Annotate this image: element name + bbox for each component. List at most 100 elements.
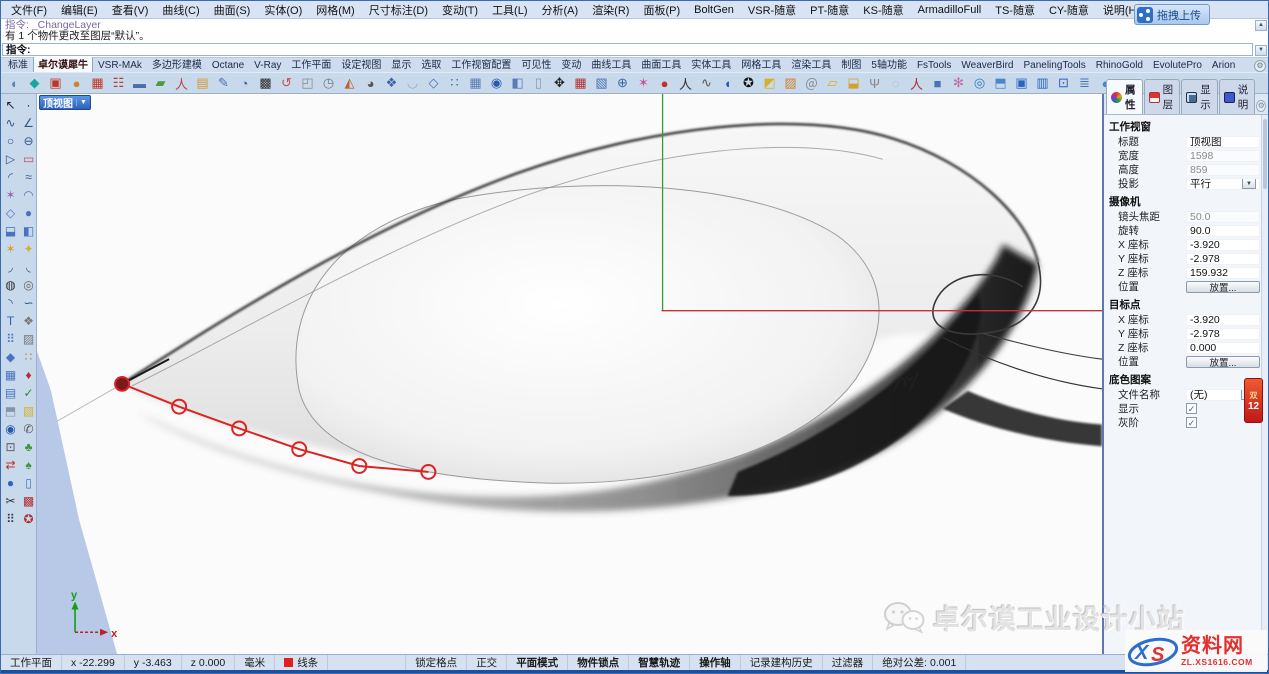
menubar-item[interactable]: 曲面(S): [207, 1, 258, 19]
fillet-icon[interactable]: ◞: [2, 258, 19, 275]
frame-target-icon[interactable]: ◰: [299, 75, 316, 92]
boolean-diff-icon[interactable]: ◎: [20, 276, 37, 293]
doc-icon[interactable]: ▯: [20, 474, 37, 491]
checkbox[interactable]: ✓: [1186, 403, 1197, 414]
nodes-icon[interactable]: ❖: [20, 312, 37, 329]
menubar-item[interactable]: KS-随意: [856, 1, 910, 19]
polygon-icon[interactable]: ▷: [2, 150, 19, 167]
viewport[interactable]: 顶视图 ▼: [37, 94, 1102, 654]
drag-upload-button[interactable]: 拖拽上传: [1134, 4, 1210, 25]
fork-node-icon[interactable]: Ψ: [866, 75, 883, 92]
check-icon[interactable]: ✓: [20, 384, 37, 401]
rectangle-icon[interactable]: ▭: [20, 150, 37, 167]
move-cross-icon[interactable]: ✥: [551, 75, 568, 92]
toolbar-tab[interactable]: Octane: [207, 58, 249, 72]
menubar-item[interactable]: 文件(F): [4, 1, 54, 19]
point-icon[interactable]: ·: [20, 96, 37, 113]
menubar-item[interactable]: 分析(A): [535, 1, 586, 19]
eye-target-icon[interactable]: ◎: [971, 75, 988, 92]
ball-string-icon[interactable]: ◔: [236, 75, 253, 92]
viewport-canvas[interactable]: y x: [37, 94, 1102, 654]
material-box-icon[interactable]: ▣: [47, 75, 64, 92]
place-button[interactable]: 放置...: [1186, 356, 1260, 368]
timer-icon[interactable]: ◕: [362, 75, 379, 92]
curve2-icon[interactable]: ∽: [20, 294, 37, 311]
ghost-icon[interactable]: ◌: [887, 75, 904, 92]
paint-icon[interactable]: ▧: [20, 402, 37, 419]
menubar-item[interactable]: 渲染(R): [585, 1, 636, 19]
menubar-item[interactable]: 面板(P): [636, 1, 687, 19]
dropdown-arrow-icon[interactable]: ▼: [1242, 178, 1256, 189]
hatch-icon[interactable]: ▨: [20, 330, 37, 347]
folder-box-icon[interactable]: ⬓: [845, 75, 862, 92]
node-flower-icon[interactable]: ❖: [383, 75, 400, 92]
toolbar-tab[interactable]: WeaverBird: [956, 58, 1018, 72]
toolbar-tab[interactable]: RhinoGold: [1091, 58, 1148, 72]
ball-icon[interactable]: ●: [2, 474, 19, 491]
leaf-icon[interactable]: ♣: [20, 438, 37, 455]
green-book-icon[interactable]: ▰: [152, 75, 169, 92]
tab-settings-gear-icon[interactable]: ⚙: [1254, 60, 1266, 72]
toolbar-tab[interactable]: V-Ray: [249, 58, 286, 72]
menubar-item[interactable]: 尺寸标注(D): [362, 1, 435, 19]
clock-square-icon[interactable]: ⊡: [1055, 75, 1072, 92]
menubar-item[interactable]: 实体(O): [257, 1, 309, 19]
panel-row-value[interactable]: 159.932: [1186, 267, 1260, 279]
tree-icon[interactable]: ♠: [20, 456, 37, 473]
figure-icon[interactable]: 人: [677, 75, 694, 92]
panel-row-value[interactable]: -2.978: [1186, 328, 1260, 340]
panel-row-value[interactable]: -2.978: [1186, 253, 1260, 265]
surface-icon[interactable]: ◠: [20, 186, 37, 203]
panel-row-value[interactable]: 90.0: [1186, 225, 1260, 237]
control-point-0[interactable]: [115, 377, 129, 391]
hook-tool-icon[interactable]: ◖: [5, 75, 22, 92]
scissors-icon[interactable]: ✂: [2, 492, 19, 509]
chevron-down-icon[interactable]: ▼: [76, 99, 87, 106]
viewport-title-chip[interactable]: 顶视图 ▼: [39, 95, 91, 110]
loop-arrow-icon[interactable]: ↺: [278, 75, 295, 92]
knot-icon[interactable]: ✪: [20, 510, 37, 527]
squares-icon[interactable]: ⠿: [2, 330, 19, 347]
bomb-icon[interactable]: ✪: [740, 75, 757, 92]
walk-icon[interactable]: 人: [908, 75, 925, 92]
place-button[interactable]: 放置...: [1186, 281, 1260, 293]
circle-icon[interactable]: ○: [2, 132, 19, 149]
menubar-item[interactable]: ArmadilloFull: [911, 3, 989, 17]
extrude-icon[interactable]: ◧: [20, 222, 37, 239]
solid-icon[interactable]: ◆: [2, 348, 19, 365]
diamond-icon[interactable]: ◇: [425, 75, 442, 92]
panel-row-value[interactable]: 平行▼: [1186, 178, 1260, 190]
boolean-union-icon[interactable]: ◍: [2, 276, 19, 293]
status-toggle[interactable]: 平面模式: [507, 655, 568, 670]
status-toggle[interactable]: 过滤器: [823, 655, 874, 670]
sheets-icon[interactable]: ≣: [1076, 75, 1093, 92]
grid-icon[interactable]: ▦: [2, 366, 19, 383]
menubar-item[interactable]: TS-随意: [988, 1, 1042, 19]
panel-row-value[interactable]: 0.000: [1186, 342, 1260, 354]
status-segment[interactable]: z 0.000: [182, 655, 235, 670]
panel-icon[interactable]: ▥: [1034, 75, 1051, 92]
menubar-item[interactable]: 查看(V): [105, 1, 156, 19]
scroll-down-icon[interactable]: ▼: [1255, 45, 1267, 56]
tape-icon[interactable]: ⊡: [2, 438, 19, 455]
polyline-icon[interactable]: ∠: [20, 114, 37, 131]
text-icon[interactable]: T: [2, 312, 19, 329]
clock-icon[interactable]: ◷: [320, 75, 337, 92]
bowl-icon[interactable]: ◡: [404, 75, 421, 92]
control-curve-icon[interactable]: ∿: [2, 114, 19, 131]
menubar-item[interactable]: 编辑(E): [54, 1, 105, 19]
status-layer-chip[interactable]: 线条: [275, 655, 328, 670]
command-input[interactable]: 指令:: [2, 43, 1253, 56]
points-grid-icon[interactable]: ∷: [20, 348, 37, 365]
pacman-icon[interactable]: ◖: [719, 75, 736, 92]
sphere-icon[interactable]: ●: [20, 204, 37, 221]
cards-icon[interactable]: ▧: [593, 75, 610, 92]
dots3-icon[interactable]: ⠿: [2, 510, 19, 527]
panel-tab-properties[interactable]: 属性: [1106, 79, 1143, 114]
menubar-item[interactable]: BoltGen: [687, 3, 741, 17]
hazard-square-icon[interactable]: ◩: [761, 75, 778, 92]
blue-chip-icon[interactable]: ▬: [131, 75, 148, 92]
promo-sticker[interactable]: 双 12: [1244, 378, 1263, 423]
menubar-item[interactable]: 曲线(C): [155, 1, 206, 19]
status-toggle[interactable]: 锁定格点: [406, 655, 467, 670]
